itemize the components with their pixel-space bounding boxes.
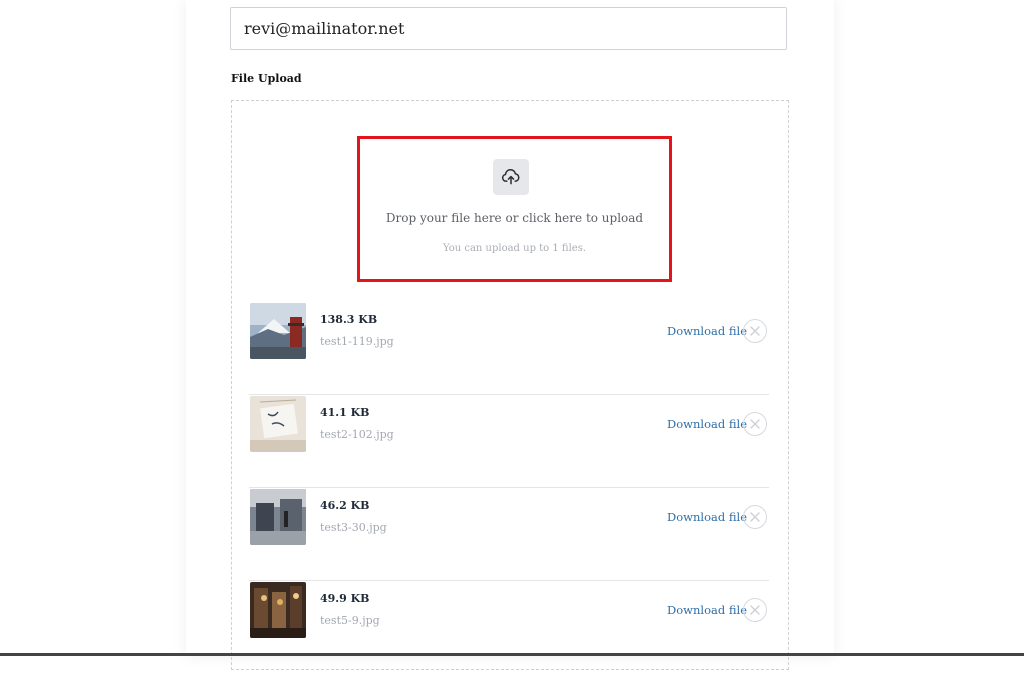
file-size: 41.1 KB — [320, 406, 370, 419]
dropzone[interactable]: Drop your file here or click here to upl… — [357, 136, 672, 282]
remove-file-button[interactable] — [743, 505, 767, 529]
file-upload-label: File Upload — [231, 72, 302, 85]
file-item: 49.9 KB test5-9.jpg Download file — [249, 582, 769, 674]
file-size: 46.2 KB — [320, 499, 370, 512]
cloud-upload-icon — [493, 159, 529, 195]
remove-file-button[interactable] — [743, 319, 767, 343]
upload-limit-text: You can upload up to 1 files. — [442, 243, 587, 254]
close-icon — [750, 326, 760, 336]
download-file-link[interactable]: Download file — [667, 417, 747, 431]
file-thumbnail — [250, 396, 306, 452]
file-thumbnail — [250, 489, 306, 545]
file-item: 138.3 KB test1-119.jpg Download file — [249, 303, 769, 395]
file-name: test3-30.jpg — [320, 521, 387, 534]
form-card: File Upload Drop your file here or click… — [186, 0, 834, 670]
close-icon — [750, 419, 760, 429]
remove-file-button[interactable] — [743, 412, 767, 436]
remove-file-button[interactable] — [743, 598, 767, 622]
file-name: test2-102.jpg — [320, 428, 394, 441]
close-icon — [750, 605, 760, 615]
download-file-link[interactable]: Download file — [667, 603, 747, 617]
file-name: test1-119.jpg — [320, 335, 394, 348]
file-thumbnail — [250, 303, 306, 359]
file-size: 138.3 KB — [320, 313, 378, 326]
file-size: 49.9 KB — [320, 592, 370, 605]
file-name: test5-9.jpg — [320, 614, 380, 627]
dropzone-prompt: Drop your file here or click here to upl… — [385, 211, 644, 225]
file-item: 41.1 KB test2-102.jpg Download file — [249, 396, 769, 488]
download-file-link[interactable]: Download file — [667, 510, 747, 524]
email-field[interactable] — [230, 7, 787, 50]
close-icon — [750, 512, 760, 522]
file-thumbnail — [250, 582, 306, 638]
download-file-link[interactable]: Download file — [667, 324, 747, 338]
file-item: 46.2 KB test3-30.jpg Download file — [249, 489, 769, 581]
